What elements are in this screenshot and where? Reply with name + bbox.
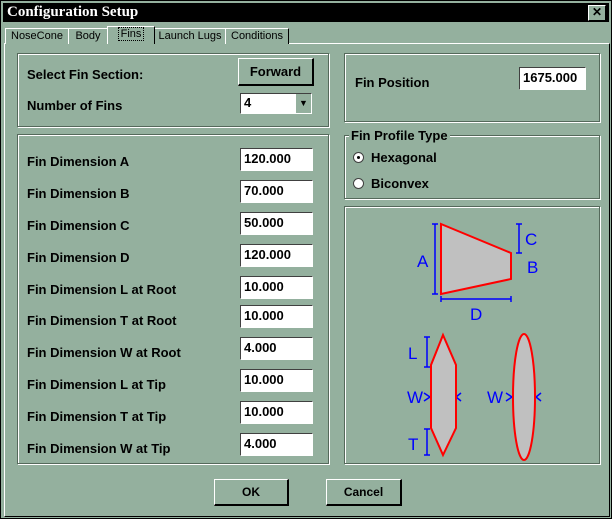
dim-w-arrow-left-biconvex [505, 392, 514, 402]
dim-label-b: Fin Dimension B [27, 186, 130, 201]
number-of-fins-value: 4 [244, 95, 252, 110]
dim-label-l-tip: Fin Dimension L at Tip [27, 377, 166, 392]
dim-label-l-root: Fin Dimension L at Root [27, 282, 177, 297]
trapezoid-fin-shape [440, 222, 512, 296]
fin-profile-legend: Fin Profile Type [349, 128, 450, 143]
dim-field-b[interactable]: 70.000 [240, 180, 313, 203]
close-icon: ✕ [591, 5, 603, 19]
ok-button[interactable]: OK [214, 479, 289, 506]
tab-fins[interactable]: Fins [107, 26, 155, 44]
title-bar: Configuration Setup ✕ [3, 3, 609, 22]
chevron-down-icon[interactable]: ▼ [295, 94, 311, 113]
dim-w-hex-text: W [407, 388, 423, 407]
close-button[interactable]: ✕ [588, 5, 606, 21]
biconvex-label[interactable]: Biconvex [371, 176, 429, 191]
dim-field-a[interactable]: 120.000 [240, 148, 313, 171]
dim-field-c[interactable]: 50.000 [240, 212, 313, 235]
radio-hexagonal[interactable] [353, 152, 364, 163]
dim-field-d[interactable]: 120.000 [240, 244, 313, 267]
dim-field-l-root[interactable]: 10.000 [240, 276, 313, 299]
dim-field-t-tip[interactable]: 10.000 [240, 401, 313, 424]
dim-label-c: Fin Dimension C [27, 218, 130, 233]
hexagonal-fin-shape [430, 332, 457, 458]
hexagonal-label[interactable]: Hexagonal [371, 150, 437, 165]
dim-label-t-tip: Fin Dimension T at Tip [27, 409, 167, 424]
forward-button[interactable]: Forward [238, 58, 314, 86]
tab-nosecone[interactable]: NoseCone [5, 28, 69, 44]
tab-launch-lugs[interactable]: Launch Lugs [154, 28, 226, 44]
tab-fins-label: Fins [117, 27, 145, 41]
tab-conditions[interactable]: Conditions [225, 28, 289, 44]
window-title: Configuration Setup [7, 4, 139, 20]
dim-c-text: C [525, 230, 537, 249]
cancel-button[interactable]: Cancel [326, 479, 402, 506]
number-of-fins-select[interactable]: 4 ▼ [240, 93, 312, 114]
select-fin-section-label: Select Fin Section: [27, 67, 144, 82]
dim-label-d: Fin Dimension D [27, 250, 130, 265]
tab-body[interactable]: Body [68, 28, 108, 44]
radio-biconvex[interactable] [353, 178, 364, 189]
fin-position-label: Fin Position [355, 75, 430, 90]
dim-label-a: Fin Dimension A [27, 154, 130, 169]
number-of-fins-label: Number of Fins [27, 98, 123, 113]
dim-w-biconvex-text: W [487, 388, 503, 407]
dim-label-w-tip: Fin Dimension W at Tip [27, 441, 171, 456]
dim-field-w-tip[interactable]: 4.000 [240, 433, 313, 456]
dim-t-text: T [408, 435, 418, 454]
radio-selected-dot [357, 156, 360, 159]
configuration-window: Configuration Setup ✕ NoseCone Body Fins… [0, 0, 612, 519]
dim-b-text: B [527, 258, 538, 277]
dim-l-text: L [408, 344, 417, 363]
dim-w-arrow-right-biconvex [534, 392, 542, 402]
dim-field-t-root[interactable]: 10.000 [240, 305, 313, 328]
dim-d-text: D [470, 305, 482, 324]
biconvex-fin-shape [512, 333, 536, 461]
fin-position-field[interactable]: 1675.000 [519, 67, 586, 90]
dim-label-w-root: Fin Dimension W at Root [27, 345, 181, 360]
dim-field-l-tip[interactable]: 10.000 [240, 369, 313, 392]
fin-diagram: A C B D L T W W [407, 222, 542, 461]
dim-label-t-root: Fin Dimension T at Root [27, 313, 177, 328]
dim-field-w-root[interactable]: 4.000 [240, 337, 313, 360]
dim-a-text: A [417, 252, 429, 271]
dim-w-arrow-left-hex [423, 392, 432, 402]
